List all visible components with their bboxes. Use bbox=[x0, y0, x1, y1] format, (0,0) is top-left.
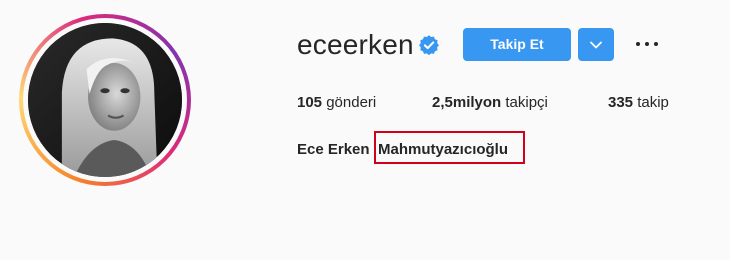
following-stat[interactable]: 335 takip bbox=[608, 93, 669, 113]
chevron-down-icon bbox=[590, 41, 602, 49]
posts-count: 105 bbox=[297, 94, 323, 111]
profile-username: eceerken bbox=[297, 29, 414, 60]
posts-label: gönderi bbox=[326, 94, 377, 111]
profile-surname: Mahmutyazıcıoğlu bbox=[378, 141, 509, 158]
suggestions-dropdown-button[interactable] bbox=[578, 28, 614, 61]
more-options-dot bbox=[645, 42, 649, 46]
following-count: 335 bbox=[608, 94, 634, 111]
followers-stat[interactable]: 2,5milyon takipçi bbox=[432, 93, 548, 113]
posts-stat[interactable]: 105 gönderi bbox=[297, 93, 376, 113]
avatar-photo-image bbox=[28, 23, 182, 177]
following-label: takip bbox=[637, 94, 669, 111]
more-options-icon[interactable] bbox=[634, 36, 660, 52]
followers-count: 2,5milyon bbox=[432, 94, 502, 111]
avatar-frame bbox=[23, 18, 187, 182]
followers-label: takipçi bbox=[505, 94, 548, 111]
profile-full-name: Ece Erken bbox=[297, 141, 370, 158]
verified-badge-icon bbox=[419, 35, 439, 56]
profile-header: eceerken Takip Et 105 gönderi 2,5milyon … bbox=[0, 0, 730, 260]
story-ring[interactable] bbox=[19, 14, 191, 186]
follow-button[interactable]: Takip Et bbox=[463, 28, 571, 61]
avatar[interactable] bbox=[28, 23, 182, 177]
more-options-dot bbox=[636, 42, 640, 46]
more-options-dot bbox=[654, 42, 658, 46]
